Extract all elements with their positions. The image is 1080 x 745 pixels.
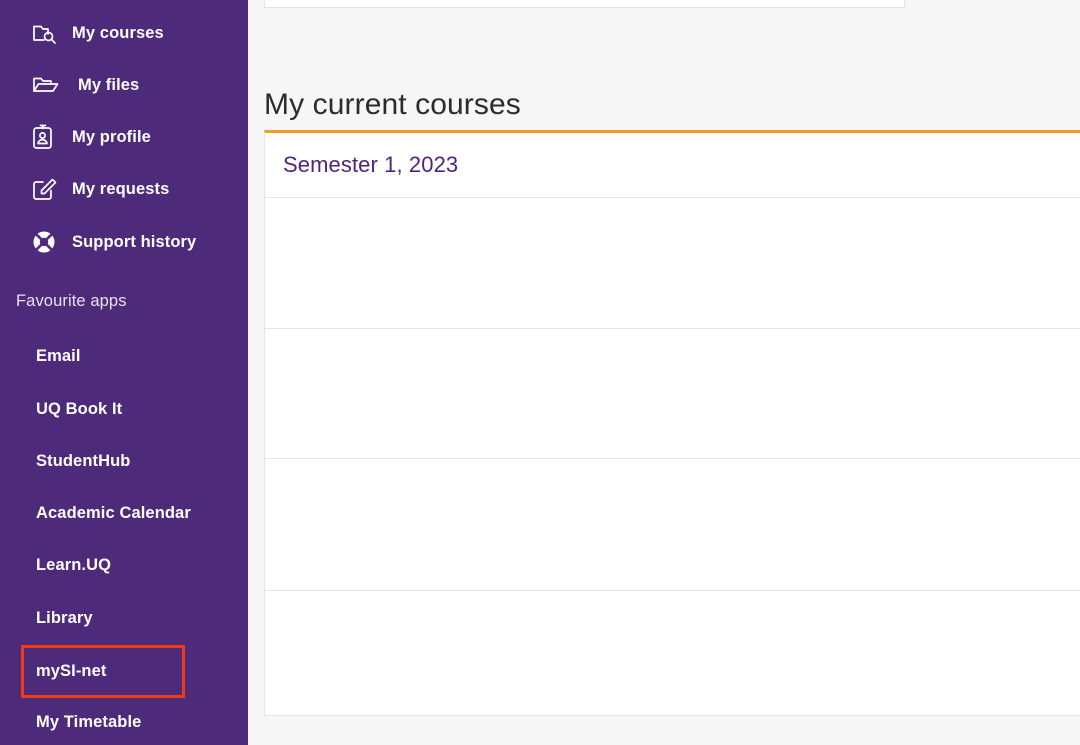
sidebar-app-label: My Timetable — [36, 712, 142, 731]
course-row[interactable] — [265, 591, 1080, 715]
semester-label: Semester 1, 2023 — [283, 152, 459, 177]
partial-card-above — [264, 0, 905, 8]
sidebar-app-label: UQ Book It — [36, 399, 123, 418]
sidebar-item-support-history[interactable]: Support history — [0, 216, 248, 268]
sidebar-app-my-timetable[interactable]: My Timetable — [0, 696, 248, 745]
lifebuoy-icon — [32, 229, 72, 255]
course-row[interactable] — [265, 198, 1080, 329]
page-title: My current courses — [264, 88, 521, 122]
sidebar-app-label: Email — [36, 346, 81, 365]
sidebar-app-label: StudentHub — [36, 451, 131, 470]
open-folder-icon — [32, 73, 72, 97]
page-root: My courses My files My profile My reques… — [0, 0, 1080, 745]
sidebar-item-my-courses[interactable]: My courses — [0, 7, 248, 59]
current-courses-card: Semester 1, 2023 — [264, 130, 1080, 716]
sidebar-app-academic-calendar[interactable]: Academic Calendar — [0, 487, 248, 539]
sidebar-app-mysi-net[interactable]: mySI-net — [0, 645, 248, 697]
sidebar-item-label: Support history — [72, 232, 197, 251]
course-row[interactable] — [265, 329, 1080, 459]
sidebar-item-my-requests[interactable]: My requests — [0, 163, 248, 215]
sidebar-app-label: mySI-net — [36, 661, 107, 680]
sidebar-app-studenthub[interactable]: StudentHub — [0, 435, 248, 487]
sidebar-app-library[interactable]: Library — [0, 592, 248, 644]
sidebar-app-label: Academic Calendar — [36, 503, 191, 522]
edit-square-icon — [32, 177, 72, 202]
semester-header: Semester 1, 2023 — [265, 133, 1080, 198]
id-badge-icon — [32, 124, 72, 150]
folder-search-icon — [32, 21, 72, 45]
sidebar-item-my-profile[interactable]: My profile — [0, 111, 248, 163]
sidebar-item-label: My courses — [72, 23, 164, 42]
sidebar-app-email[interactable]: Email — [0, 330, 248, 382]
sidebar-app-learn-uq[interactable]: Learn.UQ — [0, 539, 248, 591]
sidebar-item-label: My files — [78, 75, 140, 94]
sidebar-app-label: Learn.UQ — [36, 555, 112, 574]
sidebar-item-my-files[interactable]: My files — [0, 59, 248, 111]
favourite-apps-heading: Favourite apps — [16, 292, 127, 310]
course-row[interactable] — [265, 459, 1080, 591]
sidebar: My courses My files My profile My reques… — [0, 0, 248, 745]
sidebar-app-uq-book-it[interactable]: UQ Book It — [0, 383, 248, 435]
main-content: My current courses Semester 1, 2023 — [248, 0, 1080, 745]
sidebar-item-label: My requests — [72, 179, 170, 198]
sidebar-item-label: My profile — [72, 127, 151, 146]
sidebar-app-label: Library — [36, 608, 93, 627]
